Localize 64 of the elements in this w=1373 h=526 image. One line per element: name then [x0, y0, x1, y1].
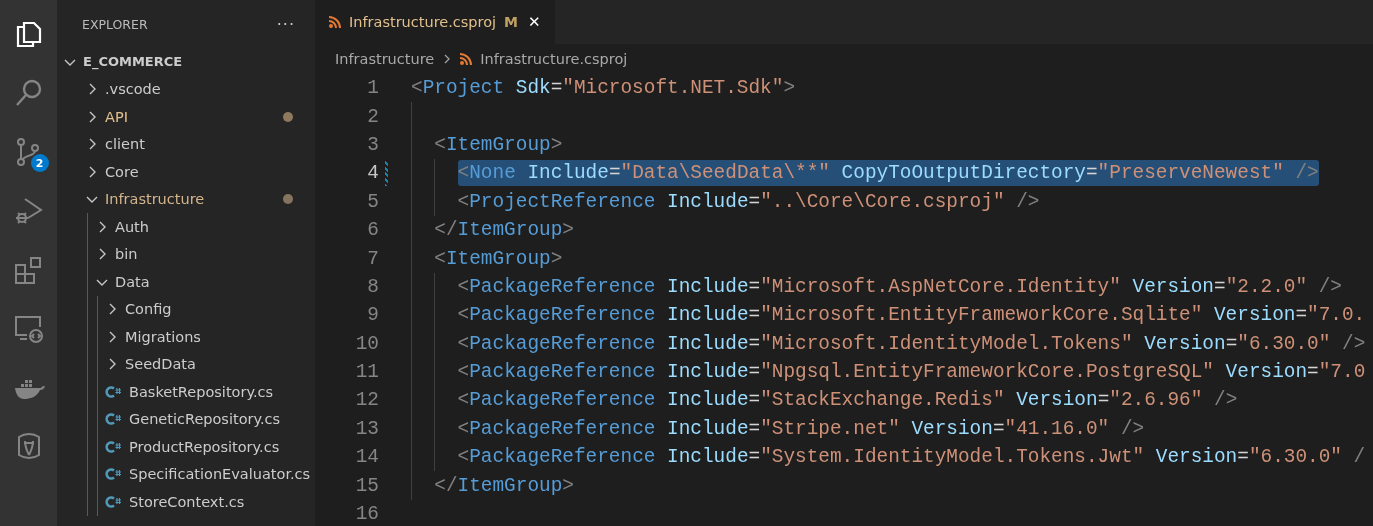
- remote-icon[interactable]: [12, 313, 45, 345]
- code-line: <ItemGroup>: [434, 246, 563, 272]
- code-line: </ItemGroup>: [434, 218, 574, 244]
- tree-item[interactable]: SpecificationEvaluator.cs: [57, 460, 315, 488]
- panel-title: EXPLORER: [82, 16, 148, 32]
- line-number: 13: [354, 417, 379, 440]
- tree-item[interactable]: Config: [57, 295, 315, 323]
- line-number: 9: [366, 304, 379, 327]
- breadcrumb-item[interactable]: Infrastructure: [335, 51, 435, 67]
- code-line: <Project Sdk="Microsoft.NET.Sdk">: [411, 76, 796, 102]
- code-line: </ItemGroup>: [434, 473, 574, 499]
- tree-item[interactable]: API: [57, 103, 315, 131]
- code-line: <PackageReference Include="Npgsql.EntityFrameworkCore.PostgreSQL" Version="7.0: [457, 360, 1366, 386]
- file-icon: [105, 494, 121, 509]
- code-line: <PackageReference Include="System.IdentityModel.Tokens.Jwt" Version="6.30.0" /: [457, 445, 1366, 471]
- line-number: 4: [366, 162, 379, 185]
- breadcrumb-item[interactable]: Infrastructure.csproj: [480, 51, 628, 67]
- tree-item[interactable]: .vscode: [57, 75, 315, 103]
- tree-item[interactable]: GeneticRepository.cs: [57, 405, 315, 433]
- code-line: <PackageReference Include="Microsoft.EntityFrameworkCore.Sqlite" Version="7.0.: [457, 303, 1366, 329]
- code-line: <PackageReference Include="StackExchange.Redis" Version="2.6.96" />: [457, 388, 1238, 414]
- line-number: 15: [354, 474, 379, 497]
- rss-file-icon: [460, 53, 473, 65]
- line-number: 12: [354, 389, 379, 412]
- tree-item[interactable]: client: [57, 130, 315, 158]
- line-number: 6: [366, 219, 379, 242]
- line-number: 3: [366, 133, 379, 156]
- tree-item[interactable]: ProductRepository.cs: [57, 433, 315, 461]
- line-number: 7: [366, 247, 379, 270]
- code-line: <ItemGroup>: [434, 132, 563, 158]
- tree-item[interactable]: StoreContext.cs: [57, 488, 315, 516]
- code-line: <PackageReference Include="Stripe.net" Version="41.16.0" />: [457, 416, 1145, 442]
- editor-tab[interactable]: Infrastructure.csproj M ✕: [315, 0, 556, 44]
- tree-item[interactable]: SeedData: [57, 350, 315, 378]
- line-number: 5: [366, 190, 379, 213]
- line-number: 1: [366, 77, 379, 100]
- line-number: 14: [354, 446, 379, 469]
- close-button[interactable]: ✕: [526, 13, 544, 31]
- status-dot: [283, 194, 293, 205]
- count-badge: 2: [30, 154, 49, 172]
- modified-marker: [385, 161, 388, 186]
- tree-item[interactable]: bin: [57, 240, 315, 268]
- code-line: <PackageReference Include="Microsoft.AspNetCore.Identity" Version="2.2.0" />: [457, 274, 1342, 300]
- line-number: 16: [354, 503, 379, 526]
- file-icon: [105, 467, 121, 482]
- tree-item[interactable]: Migrations: [57, 323, 315, 351]
- file-icon: [105, 384, 121, 399]
- rss-file-icon: [329, 16, 341, 28]
- line-number: 11: [354, 361, 379, 384]
- line-number: 2: [366, 105, 379, 128]
- file-icon: [105, 412, 121, 427]
- tree-item[interactable]: BasketRepository.cs: [57, 378, 315, 406]
- code-line: <ProjectReference Include="..\Core\Core.csproj" />: [457, 189, 1040, 215]
- code-line: <PackageReference Include="Microsoft.IdentityModel.Tokens" Version="6.30.0" />: [457, 331, 1366, 357]
- tree-item[interactable]: Data: [57, 268, 315, 296]
- tree-item[interactable]: Core: [57, 158, 315, 186]
- status-dot: [283, 111, 293, 122]
- tree-item[interactable]: E_COMMERCE: [57, 48, 315, 76]
- line-number: 10: [354, 332, 379, 355]
- line-number: 8: [366, 275, 379, 298]
- file-icon: [105, 439, 121, 454]
- tree-item[interactable]: Auth: [57, 213, 315, 241]
- more-actions-button[interactable]: ···: [276, 14, 295, 34]
- tree-item[interactable]: Infrastructure: [57, 185, 315, 213]
